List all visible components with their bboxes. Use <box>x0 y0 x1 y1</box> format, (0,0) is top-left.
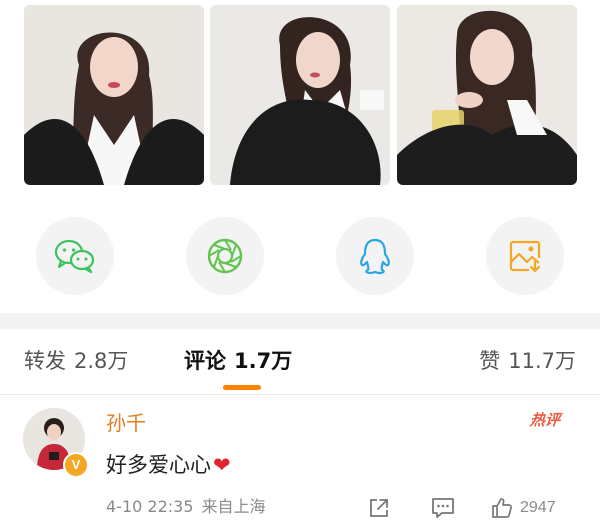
comment-time: 4-10 22:35 <box>106 497 194 516</box>
save-image-button[interactable] <box>486 217 564 295</box>
moments-icon <box>207 238 243 274</box>
comment-text: 好多爱心心❤ <box>106 450 231 480</box>
qq-icon <box>360 238 390 275</box>
comment-location: 来自上海 <box>201 497 266 516</box>
like-count: 2947 <box>520 499 556 516</box>
comment-meta: 4-10 22:35 来自上海 <box>106 496 266 518</box>
tab-repost[interactable]: 转发 2.8万 <box>24 346 128 376</box>
share-qq-button[interactable] <box>336 217 414 295</box>
tab-likes-count: 11.7万 <box>508 349 576 373</box>
heart-emoji: ❤ <box>213 453 231 477</box>
weibo-post-detail: 转发 2.8万 评论 1.7万 赞 11.7万 V 孙千 热评 好多爱心心❤ 4-10 <box>0 0 600 531</box>
photo-2-image <box>210 5 390 185</box>
comment-item: V 孙千 热评 好多爱心心❤ 4-10 22:35 来自上海 2947 <box>0 396 600 531</box>
tab-comments-label: 评论 <box>184 349 226 373</box>
save-image-icon <box>509 240 541 273</box>
comment-text-body: 好多爱心心 <box>106 453 211 477</box>
tab-comments[interactable]: 评论 1.7万 <box>184 346 292 376</box>
share-options <box>0 217 600 297</box>
thumbs-up-icon <box>492 498 512 518</box>
comment-username[interactable]: 孙千 <box>106 410 146 436</box>
wechat-icon <box>54 239 95 274</box>
post-photo-3[interactable] <box>397 5 577 185</box>
share-moments-button[interactable] <box>186 217 264 295</box>
comment-like-button[interactable]: 2947 <box>490 496 556 520</box>
post-photo-1[interactable] <box>24 5 204 185</box>
comment-share-button[interactable] <box>367 496 391 520</box>
tab-comments-count: 1.7万 <box>234 349 293 373</box>
share-icon <box>370 499 388 517</box>
comment-reply-button[interactable] <box>430 496 456 520</box>
section-divider <box>0 313 600 329</box>
tab-repost-count: 2.8万 <box>74 349 129 373</box>
tab-likes-label: 赞 <box>479 349 501 373</box>
verified-badge: V <box>63 452 89 478</box>
tab-repost-label: 转发 <box>24 349 66 373</box>
photo-grid <box>24 5 577 185</box>
interaction-tabs: 转发 2.8万 评论 1.7万 赞 11.7万 <box>0 330 600 395</box>
share-wechat-button[interactable] <box>36 217 114 295</box>
photo-3-image <box>397 5 577 185</box>
active-tab-indicator <box>223 385 261 390</box>
comment-icon <box>432 498 454 518</box>
photo-1-image <box>24 5 204 185</box>
post-photo-2[interactable] <box>210 5 390 185</box>
tab-likes[interactable]: 赞 11.7万 <box>479 346 576 376</box>
hot-comment-badge: 热评 <box>529 411 561 429</box>
